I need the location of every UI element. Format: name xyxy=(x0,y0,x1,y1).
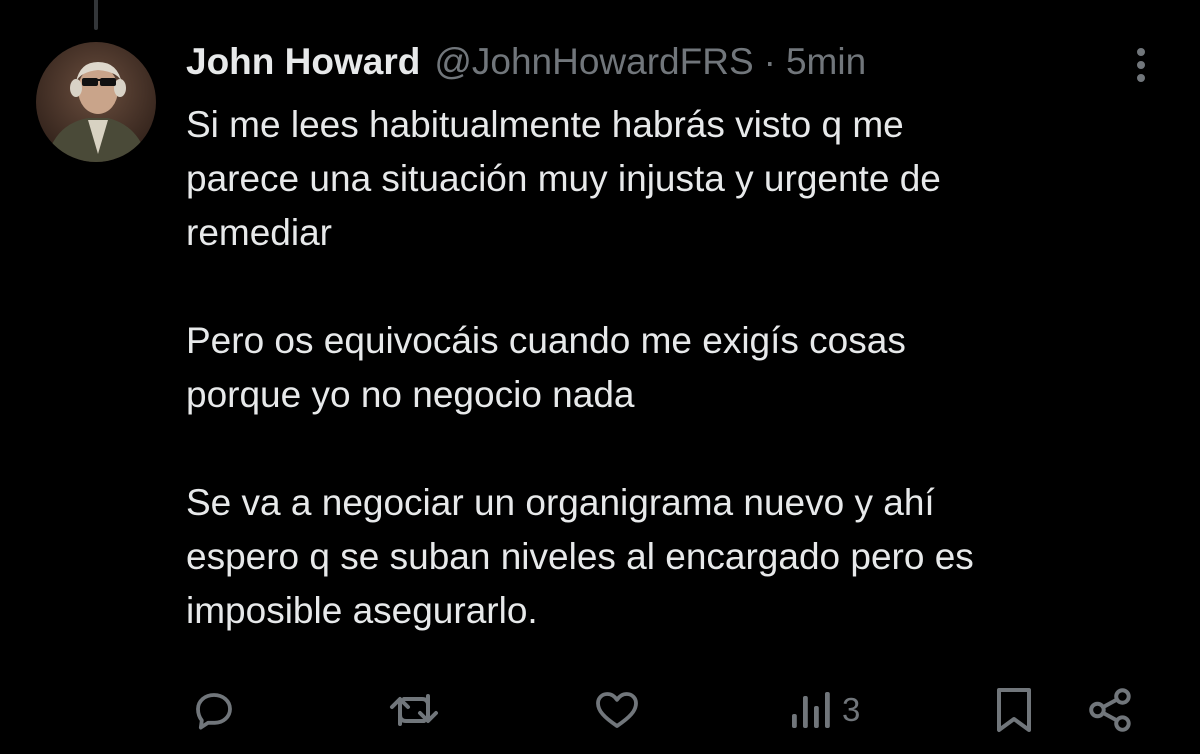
tweet-line: Se va a negociar un organigrama nuevo y … xyxy=(186,482,935,523)
reply-button[interactable] xyxy=(190,678,238,742)
avatar[interactable] xyxy=(36,42,156,162)
tweet-paragraph-2: Pero os equivocáis cuando me exigís cosa… xyxy=(186,314,1146,422)
share-icon xyxy=(1089,688,1131,732)
more-vertical-icon xyxy=(1137,48,1145,82)
tweet-line: Si me lees habitualmente habrás visto q … xyxy=(186,104,904,145)
bookmark-icon xyxy=(997,688,1031,732)
tweet-paragraph-1: Si me lees habitualmente habrás visto q … xyxy=(186,98,1146,260)
tweet-line: Pero os equivocáis cuando me exigís cosa… xyxy=(186,320,906,361)
thread-line xyxy=(94,0,98,30)
bookmark-button[interactable] xyxy=(992,678,1036,742)
tweet-text: Si me lees habitualmente habrás visto q … xyxy=(186,98,1146,638)
more-options-button[interactable] xyxy=(1124,40,1158,90)
heart-icon xyxy=(596,692,638,728)
author-name[interactable]: John Howard xyxy=(186,40,420,84)
tweet-line: porque yo no negocio nada xyxy=(186,374,635,415)
tweet-container: John Howard @JohnHowardFRS · 5min Si me … xyxy=(0,0,1200,754)
retweet-icon xyxy=(390,694,438,726)
tweet-line: remediar xyxy=(186,212,332,253)
tweet-line: parece una situación muy injusta y urgen… xyxy=(186,158,941,199)
views-count: 3 xyxy=(842,691,861,728)
separator-dot: · xyxy=(763,41,776,82)
tweet-line: espero q se suban niveles al encargado p… xyxy=(186,536,974,577)
retweet-button[interactable] xyxy=(386,678,442,742)
tweet-header: John Howard @JohnHowardFRS · 5min xyxy=(186,40,866,84)
views-icon xyxy=(792,692,830,728)
reply-icon xyxy=(196,693,232,730)
action-bar: 3 xyxy=(186,678,1146,742)
timestamp[interactable]: 5min xyxy=(786,40,866,84)
author-handle[interactable]: @JohnHowardFRS xyxy=(434,40,753,84)
views-button[interactable]: 3 xyxy=(788,678,860,742)
like-button[interactable] xyxy=(592,678,642,742)
tweet-line: imposible asegurarlo. xyxy=(186,590,538,631)
tweet-paragraph-3: Se va a negociar un organigrama nuevo y … xyxy=(186,476,1146,638)
share-button[interactable] xyxy=(1086,678,1136,742)
